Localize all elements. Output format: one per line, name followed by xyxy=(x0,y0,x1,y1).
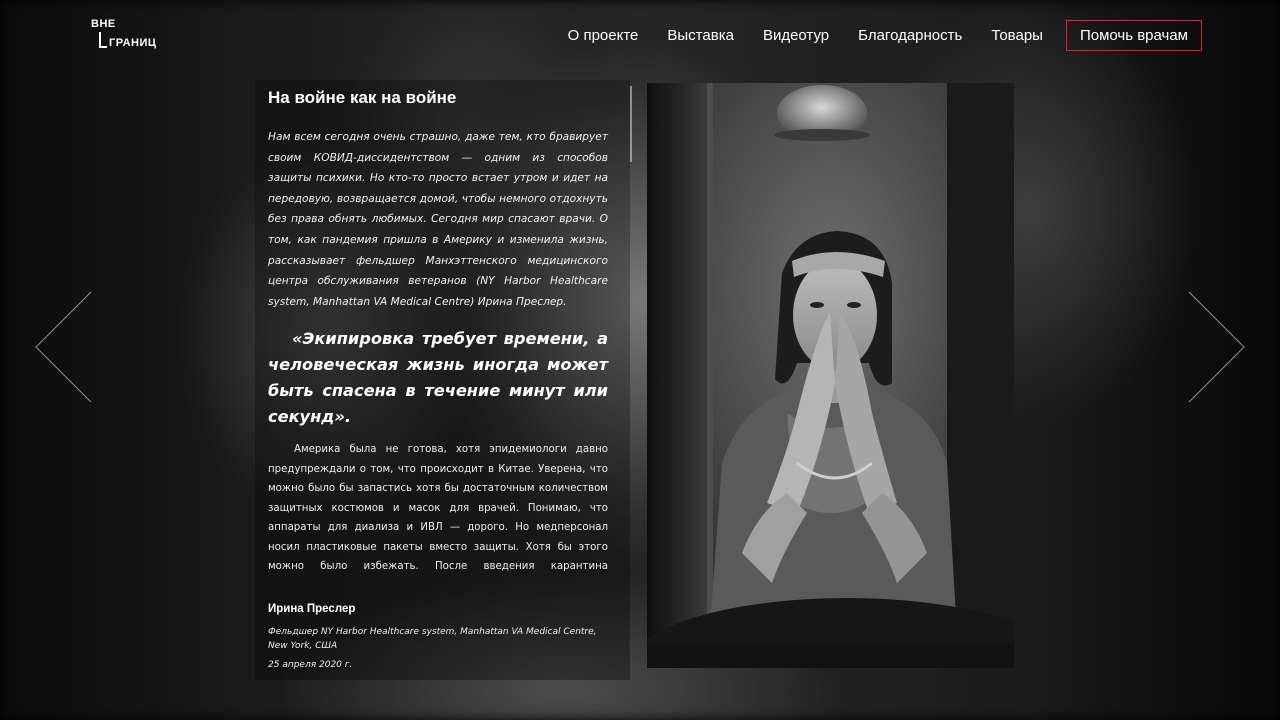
nav-videotour[interactable]: Видеотур xyxy=(763,27,829,44)
main-nav: О проекте Выставка Видеотур Благодарност… xyxy=(539,20,1202,51)
article-scrollbar[interactable] xyxy=(630,86,632,162)
author-signature: Ирина Преслер Фельдшер NY Harbor Healthc… xyxy=(268,603,608,670)
article-lead: Нам всем сегодня очень страшно, даже тем… xyxy=(268,131,608,308)
nurse-portrait-image xyxy=(647,83,1014,668)
article-content: На войне как на войне Нам всем сегодня о… xyxy=(268,88,608,576)
article-quote: «Экипировка требует времени, а человечес… xyxy=(268,329,608,427)
author-role: Фельдшер NY Harbor Healthcare system, Ma… xyxy=(268,627,597,651)
nav-exhibition[interactable]: Выставка xyxy=(667,27,734,44)
nav-thanks[interactable]: Благодарность xyxy=(858,27,962,44)
article-title: На войне как на войне xyxy=(268,88,457,107)
background-overlay xyxy=(0,0,1280,720)
nav-about[interactable]: О проекте xyxy=(568,27,639,44)
article-date: 25 апреля 2020 г. xyxy=(268,660,353,670)
logo-bottom-text: ГРАНИЦ xyxy=(109,37,157,49)
author-name: Ирина Преслер xyxy=(268,603,356,615)
chevron-left-icon[interactable] xyxy=(33,290,93,405)
chevron-right-icon[interactable] xyxy=(1187,290,1247,405)
nav-goods[interactable]: Товары xyxy=(991,27,1043,44)
logo-top-text: ВНЕ xyxy=(91,18,116,30)
site-logo[interactable]: ВНЕ ГРАНИЦ xyxy=(91,18,171,52)
portrait-photo xyxy=(647,83,1014,668)
logo-bracket-icon xyxy=(99,32,107,48)
article-body: Америка была не готова, хотя эпидемиолог… xyxy=(268,444,608,573)
help-doctors-button[interactable]: Помочь врачам xyxy=(1065,20,1202,51)
